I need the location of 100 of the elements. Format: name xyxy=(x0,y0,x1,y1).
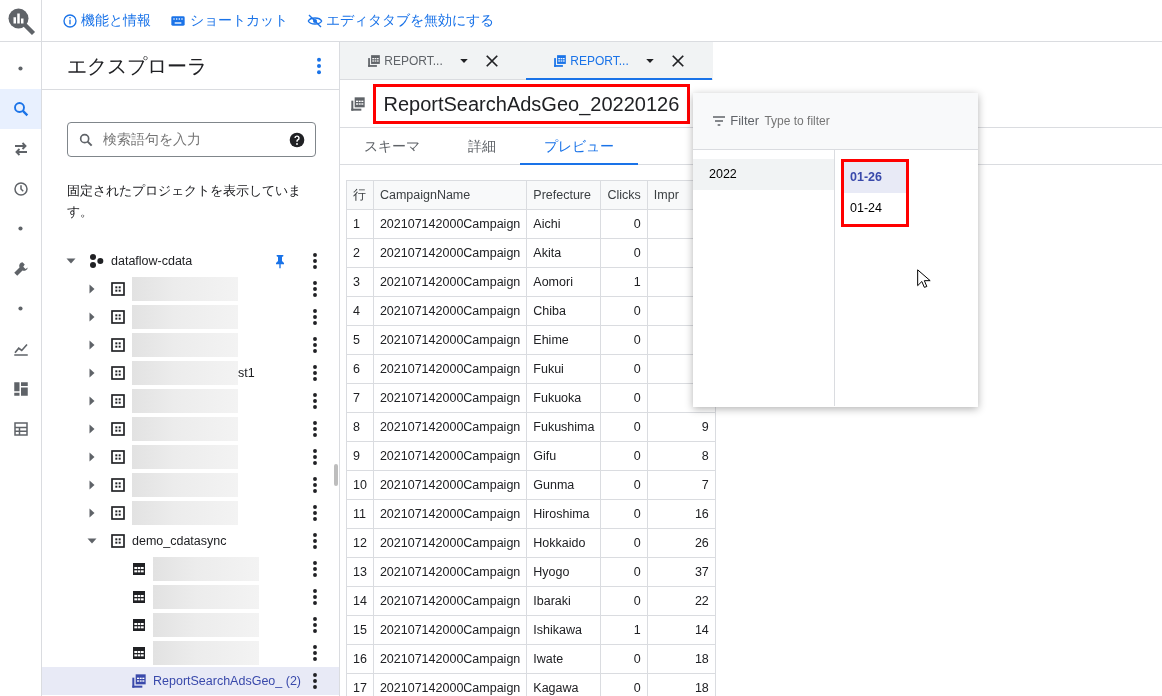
table-cell: Aichi xyxy=(526,209,601,239)
table-cell: 0 xyxy=(600,499,648,529)
dataset-icon xyxy=(109,477,126,493)
table-cell: 0 xyxy=(600,296,648,326)
row-number: 13 xyxy=(346,557,374,587)
table-cell: 202107142000Campaign xyxy=(373,383,527,413)
detail-tab[interactable]: スキーマ xyxy=(340,128,444,165)
table-cell: 0 xyxy=(600,586,648,616)
row-number: 15 xyxy=(346,615,374,645)
table-icon xyxy=(130,561,147,577)
sharded-table-icon xyxy=(553,54,567,68)
tree-item[interactable]: demo_cdatasync xyxy=(42,527,339,555)
tree-label: ReportSearchAdsGeo_ (2) xyxy=(153,672,301,690)
row-number: 11 xyxy=(346,499,374,529)
detail-tab[interactable]: 詳細 xyxy=(444,128,520,165)
tree-item[interactable]: st1 xyxy=(42,359,339,387)
table-cell: 202107142000Campaign xyxy=(373,470,527,500)
table-cell: Gifu xyxy=(526,441,601,471)
table-cell: 0 xyxy=(600,557,648,587)
table-cell: Iwate xyxy=(526,644,601,674)
row-number: 8 xyxy=(346,412,374,442)
more-icon xyxy=(313,533,317,549)
dashboard-icon xyxy=(11,379,30,398)
date-item[interactable]: 01-24 xyxy=(844,193,906,224)
search-icon xyxy=(11,99,30,118)
more-icon xyxy=(313,281,317,297)
toolbar-link[interactable]: 機能と情報 xyxy=(61,10,151,31)
table-icon xyxy=(11,419,30,438)
editor-tab[interactable]: REPORT... xyxy=(526,42,712,80)
tree-item[interactable]: dataflow-cdata xyxy=(42,247,339,275)
clock-icon xyxy=(11,179,30,198)
row-number: 2 xyxy=(346,238,374,268)
tree-label: st1 xyxy=(238,364,255,382)
row-number: 3 xyxy=(346,267,374,297)
dot-icon xyxy=(18,306,23,311)
table-cell: 202107142000Campaign xyxy=(373,412,527,442)
table-cell: Ishikawa xyxy=(526,615,601,645)
table-cell: 37 xyxy=(647,557,716,587)
detail-tab[interactable]: プレビュー xyxy=(520,128,638,165)
row-number: 4 xyxy=(346,296,374,326)
column-header: CampaignName xyxy=(373,180,527,210)
table-cell: 18 xyxy=(647,644,716,674)
table-cell: Fukushima xyxy=(526,412,601,442)
more-icon xyxy=(313,365,317,381)
dataset-icon xyxy=(109,365,126,381)
year-item[interactable]: 2022 xyxy=(693,159,834,190)
editor-tab[interactable]: REPORT... xyxy=(340,42,526,80)
info-icon xyxy=(61,12,78,29)
table-title: ReportSearchAdsGeo_20220126 xyxy=(372,83,691,124)
info-text: 固定されたプロジェクトを表示しています。 xyxy=(67,182,302,221)
dataset-icon xyxy=(109,421,126,437)
row-number: 17 xyxy=(346,673,374,696)
table-cell: Hiroshima xyxy=(526,499,601,529)
more-icon xyxy=(313,449,317,465)
table-cell: 202107142000Campaign xyxy=(373,441,527,471)
table-cell: 26 xyxy=(647,528,716,558)
table-cell: 0 xyxy=(600,383,648,413)
search-field[interactable]: 検索語句を入力 xyxy=(67,122,316,157)
table-icon xyxy=(130,617,147,633)
nav-item[interactable] xyxy=(0,88,41,129)
row-number: 5 xyxy=(346,325,374,355)
sharded-table-icon xyxy=(130,673,147,689)
table-cell: Hokkaido xyxy=(526,528,601,558)
table-cell: 202107142000Campaign xyxy=(373,557,527,587)
toolbar-link[interactable]: エディタタブを無効にする xyxy=(307,10,495,31)
table-cell: 0 xyxy=(600,470,648,500)
row-number: 10 xyxy=(346,470,374,500)
table-cell: 202107142000Campaign xyxy=(373,615,527,645)
table-cell: Ibaraki xyxy=(526,586,601,616)
more-icon xyxy=(313,393,317,409)
table-cell: 22 xyxy=(647,586,716,616)
table-cell: Aomori xyxy=(526,267,601,297)
caret-down-icon xyxy=(458,56,469,66)
table-cell: 9 xyxy=(647,412,716,442)
eye-off-icon xyxy=(307,12,323,29)
table-cell: 0 xyxy=(600,644,648,674)
table-cell: 8 xyxy=(647,441,716,471)
close-icon xyxy=(485,54,500,68)
toolbar-link[interactable]: ショートカット xyxy=(170,10,288,31)
dataset-icon xyxy=(109,309,126,325)
dot-icon xyxy=(18,226,23,231)
table-cell: Gunma xyxy=(526,470,601,500)
tree-label: demo_cdatasync xyxy=(132,532,227,550)
table-cell: Ehime xyxy=(526,325,601,355)
column-header: Clicks xyxy=(600,180,648,210)
more-icon xyxy=(313,505,317,521)
table-cell: Fukui xyxy=(526,354,601,384)
table-cell: 0 xyxy=(600,412,648,442)
filter-label: Filter xyxy=(730,112,760,131)
more-icon xyxy=(313,253,317,269)
more-icon xyxy=(317,56,321,75)
tree-item[interactable]: ReportSearchAdsGeo_ (2) xyxy=(42,667,339,695)
table-cell: 0 xyxy=(600,441,648,471)
date-item[interactable]: 01-26 xyxy=(844,162,906,193)
help-icon xyxy=(289,131,305,148)
tree-label: dataflow-cdata xyxy=(111,252,193,270)
table-cell: Akita xyxy=(526,238,601,268)
scrollbar-thumb[interactable] xyxy=(334,464,338,486)
row-number: 16 xyxy=(346,644,374,674)
filter-field[interactable]: Type to filter xyxy=(762,111,913,131)
